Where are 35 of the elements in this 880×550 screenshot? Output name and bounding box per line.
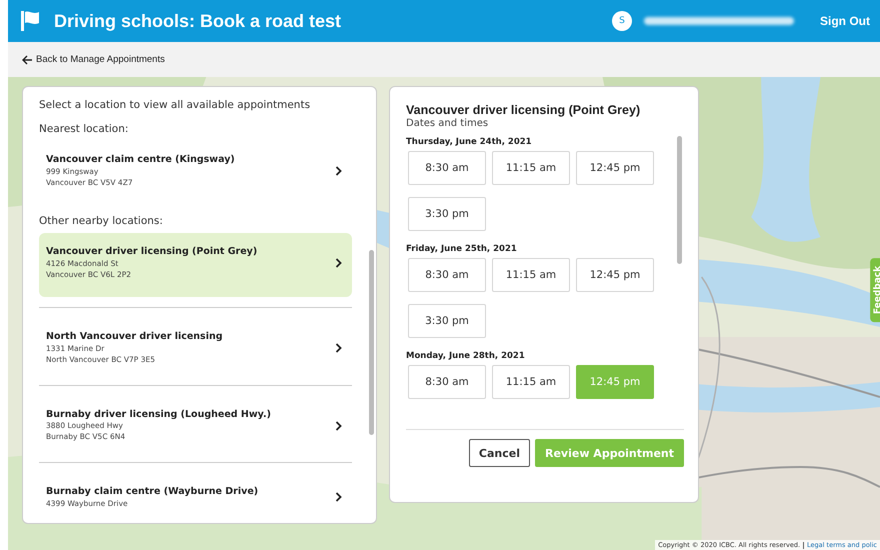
date-heading: Thursday, June 24th, 2021 (406, 137, 533, 147)
section-heading: Nearest location: (39, 123, 130, 135)
location-name: Burnaby driver licensing (Lougheed Hwy.) (46, 410, 272, 420)
chevron-right-icon (335, 343, 342, 354)
date-heading: Friday, June 25th, 2021 (406, 244, 518, 254)
date-heading: Monday, June 28th, 2021 (406, 351, 526, 361)
time-slot-button[interactable]: 12:45 pm (576, 151, 654, 185)
time-slot-button[interactable]: 8:30 am (408, 365, 486, 399)
time-slot-button[interactable]: 12:45 pm (576, 258, 654, 292)
back-arrow-icon (22, 54, 33, 64)
time-slot-button[interactable]: 11:15 am (492, 258, 570, 292)
flag-logo-icon (18, 9, 42, 33)
time-slot-button[interactable]: 3:30 pm (408, 197, 486, 231)
location-name: Vancouver driver licensing (Point Grey) (46, 247, 258, 258)
time-slot-button[interactable]: 11:15 am (492, 365, 570, 399)
page-title: Driving schools: Book a road test (54, 10, 342, 32)
scrollbar-thumb[interactable] (677, 136, 682, 264)
section-heading: Other nearby locations: (39, 215, 164, 228)
back-link[interactable]: Back to Manage Appointments (22, 54, 165, 65)
time-slot-button[interactable]: 11:15 am (492, 151, 570, 185)
location-name: Burnaby claim centre (Wayburne Drive) (46, 486, 260, 498)
location-name: North Vancouver driver licensing (46, 332, 224, 344)
panel-subtitle: Dates and times (406, 118, 490, 129)
time-slot-button[interactable]: 8:30 am (408, 258, 486, 292)
cancel-button[interactable]: Cancel (468, 439, 530, 467)
scrollbar-thumb[interactable] (369, 250, 374, 435)
chevron-right-icon (335, 166, 342, 176)
chevron-right-icon (335, 420, 342, 431)
panel-title: Vancouver driver licensing (Point Grey) (406, 103, 642, 117)
chevron-right-icon (335, 492, 342, 502)
time-slot-button[interactable]: 3:30 pm (408, 304, 486, 338)
instruction-text: Select a location to view all available appointments (39, 99, 312, 111)
time-slot-button[interactable]: 8:30 am (408, 151, 486, 185)
location-name: Vancouver claim centre (Kingsway) (46, 155, 236, 166)
chevron-right-icon (335, 258, 342, 268)
